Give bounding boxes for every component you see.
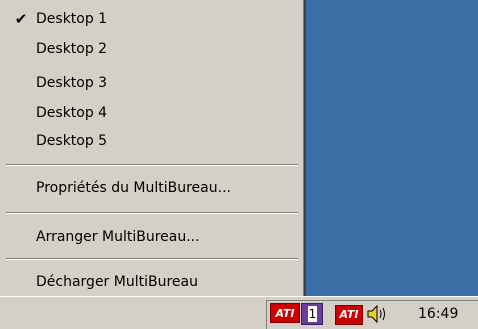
- desktop-indicator: 1: [301, 303, 323, 325]
- menu-item-label: Décharger MultiBureau: [36, 274, 198, 290]
- clock[interactable]: 16:49: [418, 303, 458, 325]
- menu-item-desktop-1[interactable]: ✔ Desktop 1: [0, 8, 300, 31]
- checkmark-icon: ✔: [14, 10, 28, 28]
- menu-separator: [6, 164, 298, 166]
- menu-item-desktop-4[interactable]: Desktop 4: [0, 102, 300, 125]
- menu-item-label: Desktop 5: [36, 133, 108, 149]
- menu-item-label: Propriétés du MultiBureau...: [36, 180, 231, 196]
- multibureau-context-menu: ✔ Desktop 1 Desktop 2 Desktop 3 Desktop …: [0, 0, 306, 300]
- menu-item-label: Desktop 1: [36, 11, 108, 27]
- menu-separator: [6, 212, 298, 214]
- ati-display-icon[interactable]: ATI: [335, 305, 363, 325]
- menu-item-properties[interactable]: Propriétés du MultiBureau...: [0, 177, 300, 200]
- menu-item-desktop-3[interactable]: Desktop 3: [0, 72, 300, 95]
- volume-speaker-icon[interactable]: [366, 303, 392, 325]
- menu-item-label: Arranger MultiBureau...: [36, 229, 200, 245]
- menu-item-label: Desktop 4: [36, 105, 108, 121]
- menu-item-desktop-2[interactable]: Desktop 2: [0, 38, 300, 61]
- menu-item-arrange[interactable]: Arranger MultiBureau...: [0, 226, 300, 249]
- menu-separator: [6, 258, 298, 260]
- desktop-switcher-icon[interactable]: 1: [301, 303, 323, 325]
- desktop-number: 1: [308, 306, 317, 322]
- menu-item-label: Desktop 3: [36, 75, 108, 91]
- menu-item-desktop-5[interactable]: Desktop 5: [0, 130, 300, 153]
- ati-logo-icon[interactable]: ATI: [270, 303, 300, 323]
- menu-item-unload[interactable]: Décharger MultiBureau: [0, 271, 300, 294]
- speaker-icon: [367, 304, 385, 324]
- menu-item-label: Desktop 2: [36, 41, 108, 57]
